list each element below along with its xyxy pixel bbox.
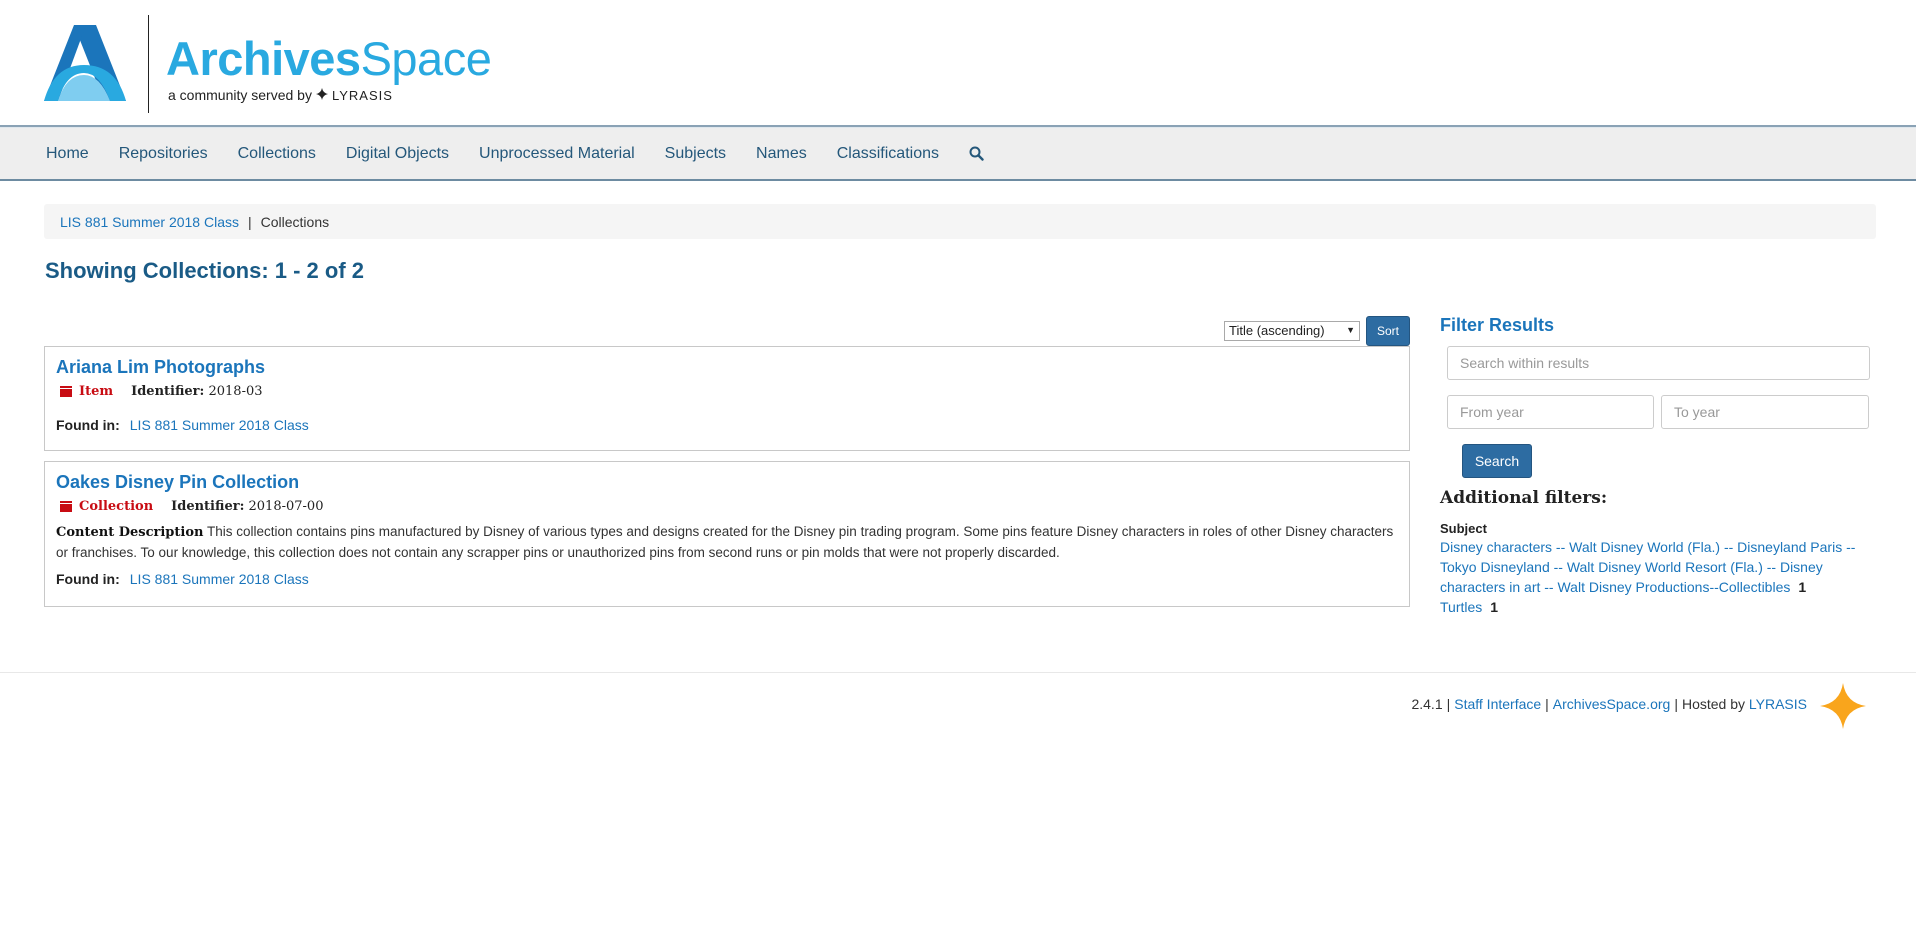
version-text: 2.4.1 [1411,696,1443,712]
logo-wordmark: ArchivesSpace [166,32,492,85]
result-content-description: Content Description This collection cont… [56,524,1394,560]
facet-item: Disney characters -- Walt Disney World (… [1440,537,1876,597]
result-card: Ariana Lim Photographs Item Identifier: … [44,346,1410,451]
archive-box-icon [60,501,72,512]
to-year-input[interactable]: To year [1661,395,1869,429]
result-meta: Item Identifier: 2018-03 [56,384,1398,399]
archivesspace-logo[interactable]: ArchivesSpace a community served by LYRAS… [44,15,492,115]
nav-search-button[interactable] [969,146,984,161]
logo-tagline: a community served by LYRASIS [168,87,393,103]
breadcrumb: LIS 881 Summer 2018 Class | Collections [44,204,1876,239]
subject-facet-list: Disney characters -- Walt Disney World (… [1440,537,1876,617]
footer: 2.4.1 | Staff Interface | ArchivesSpace.or… [1411,696,1807,712]
result-found-in: Found in: LIS 881 Summer 2018 Class [56,571,309,587]
site-header: ArchivesSpace a community served by LYRAS… [0,0,1916,125]
found-in-repository-link[interactable]: LIS 881 Summer 2018 Class [130,571,309,587]
result-card: Oakes Disney Pin Collection Collection I… [44,461,1410,607]
additional-filters-heading: Additional filters: [1440,488,1608,508]
breadcrumb-current: Collections [260,213,330,230]
archivesspace-org-link[interactable]: ArchivesSpace.org [1553,696,1671,712]
result-identifier: Identifier: 2018-07-00 [171,499,324,514]
nav-repositories[interactable]: Repositories [119,145,208,163]
archivesspace-logo-icon [44,25,126,101]
facet-count: 1 [1490,599,1499,615]
sort-bar: Title (ascending) ▼ Sort [1224,316,1410,346]
dropdown-arrow-icon: ▼ [1346,325,1355,335]
filter-search-button[interactable]: Search [1462,444,1532,478]
hosted-by-text: Hosted by [1681,696,1745,712]
filter-panel: Filter Results Search within results Fro… [1440,315,1876,615]
nav-digital-objects[interactable]: Digital Objects [346,145,449,163]
sort-select[interactable]: Title (ascending) ▼ [1224,321,1360,341]
facet-item: Turtles 1 [1440,597,1876,617]
footer-rule [0,672,1916,673]
lyrasis-star-icon [315,87,330,103]
filter-heading: Filter Results [1440,315,1555,335]
breadcrumb-separator: | [247,213,252,230]
record-type-badge: Collection [60,499,153,514]
sort-selected-value: Title (ascending) [1229,323,1325,338]
result-identifier: Identifier: 2018-03 [131,384,263,399]
sort-button[interactable]: Sort [1366,316,1410,346]
main-nav: Home Repositories Collections Digital Ob… [0,128,1916,181]
lyrasis-star-icon[interactable] [1818,681,1868,731]
nav-subjects[interactable]: Subjects [665,145,726,163]
from-year-input[interactable]: From year [1447,395,1654,429]
result-title-link[interactable]: Ariana Lim Photographs [56,357,265,378]
found-in-repository-link[interactable]: LIS 881 Summer 2018 Class [130,417,309,433]
subject-facet-heading: Subject [1440,521,1487,536]
search-icon [969,146,984,161]
facet-count: 1 [1798,579,1807,595]
nav-names[interactable]: Names [756,145,807,163]
search-within-input[interactable]: Search within results [1447,346,1870,380]
facet-link[interactable]: Disney characters -- Walt Disney World (… [1440,539,1855,595]
staff-interface-link[interactable]: Staff Interface [1454,696,1541,712]
nav-unprocessed-material[interactable]: Unprocessed Material [479,145,635,163]
lyrasis-link[interactable]: LYRASIS [1749,696,1807,712]
facet-link[interactable]: Turtles [1440,599,1482,615]
record-type-badge: Item [60,384,113,399]
nav-home[interactable]: Home [46,145,89,163]
result-title-link[interactable]: Oakes Disney Pin Collection [56,472,299,493]
breadcrumb-repository-link[interactable]: LIS 881 Summer 2018 Class [60,214,239,230]
nav-classifications[interactable]: Classifications [837,145,939,163]
logo-divider [148,15,149,113]
nav-collections[interactable]: Collections [238,145,316,163]
page-title: Showing Collections: 1 - 2 of 2 [45,258,365,283]
result-meta: Collection Identifier: 2018-07-00 [56,499,1398,514]
result-found-in: Found in: LIS 881 Summer 2018 Class [56,417,309,433]
archive-box-icon [60,386,72,397]
